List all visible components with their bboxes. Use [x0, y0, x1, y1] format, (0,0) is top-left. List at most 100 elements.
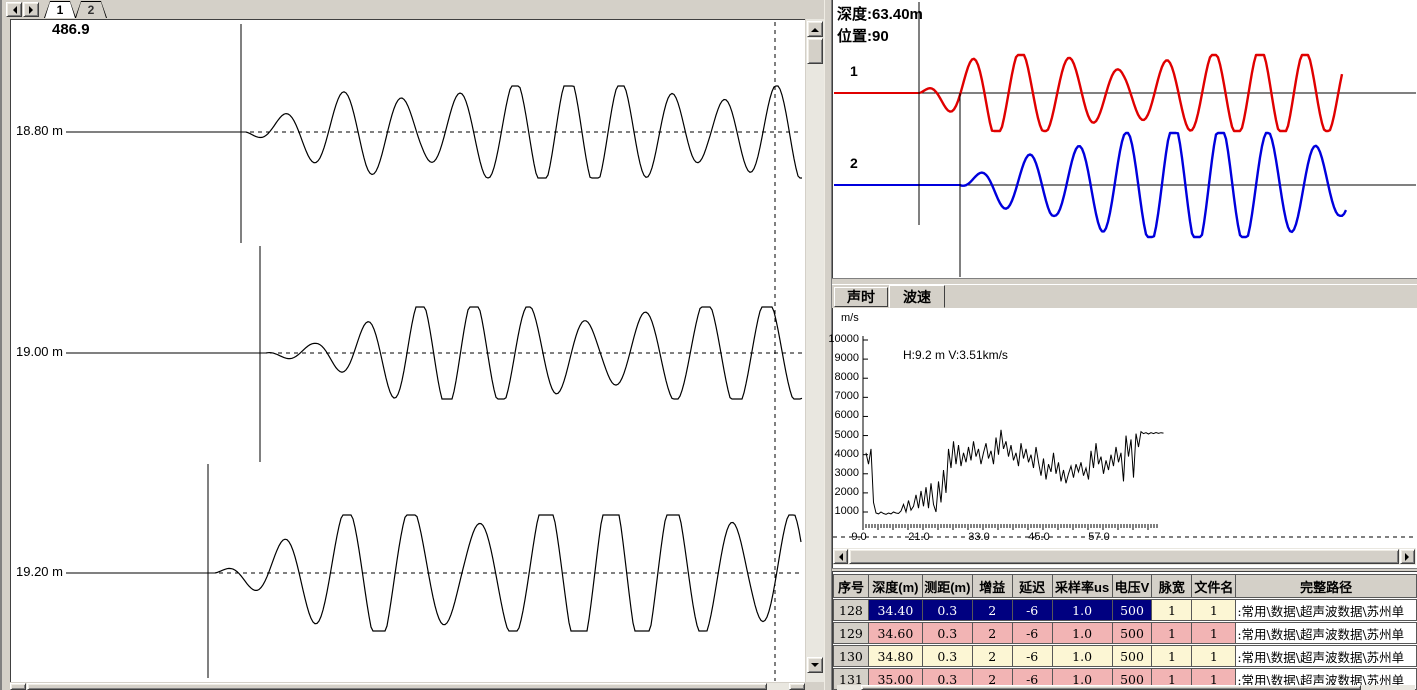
tab-label: 波速: [903, 287, 931, 307]
y-tick-label: 5000: [826, 430, 859, 441]
channel-waveform-panel[interactable]: 深度:63.40m 位置:90: [832, 0, 1417, 278]
x-tick-label: 45.0: [1026, 532, 1052, 543]
table-cell: -6: [1013, 599, 1053, 621]
horizontal-scrollbar[interactable]: [10, 683, 805, 690]
scroll-thumb[interactable]: [849, 549, 1399, 564]
table-cell: 128: [833, 599, 869, 621]
table-cell: 34.60: [869, 622, 923, 644]
x-tick-label: 21.0: [906, 532, 932, 543]
table-cell: 0.3: [923, 645, 973, 667]
horizontal-splitter[interactable]: [832, 278, 1417, 285]
up-arrow-icon: [811, 24, 819, 32]
y-tick-label: 6000: [826, 410, 859, 421]
table-cell: 1: [1192, 599, 1236, 621]
table-cell: -6: [1013, 645, 1053, 667]
table-cell: :常用\数据\超声波数据\苏州单: [1236, 622, 1417, 644]
table-row[interactable]: 12834.400.32-61.050011:常用\数据\超声波数据\苏州单: [833, 599, 1417, 621]
col-header: 序号: [833, 574, 869, 598]
tab-label: 声时: [847, 287, 875, 307]
tab-label: 1: [45, 2, 75, 18]
col-header: 脉宽: [1152, 574, 1192, 598]
table-cell: 129: [833, 622, 869, 644]
col-header: 完整路径: [1236, 574, 1417, 598]
table-cell: 1.0: [1053, 622, 1113, 644]
velocity-chart-panel[interactable]: [832, 285, 1417, 570]
table-cell: 130: [833, 645, 869, 667]
result-tabbar: 声时 波速: [832, 285, 1417, 308]
table-cell: 0.3: [923, 599, 973, 621]
y-tick-label: 8000: [826, 372, 859, 383]
col-header: 测距(m): [923, 574, 973, 598]
y-tick-label: 2000: [826, 487, 859, 498]
table-row[interactable]: 12934.600.32-61.050011:常用\数据\超声波数据\苏州单: [833, 622, 1417, 644]
table-cell: 2: [973, 645, 1013, 667]
vertical-scrollbar[interactable]: [806, 19, 824, 682]
scroll-left-button[interactable]: [10, 683, 26, 690]
scroll-up-button[interactable]: [807, 21, 823, 37]
x-tick-label: 9.0: [846, 532, 872, 543]
page-tab-2[interactable]: 2: [75, 1, 107, 18]
col-header: 延迟: [1013, 574, 1053, 598]
left-arrow-icon: [9, 6, 17, 14]
page-tab-1[interactable]: 1: [44, 1, 76, 18]
x-tick-label: 57.0: [1086, 532, 1112, 543]
table-cell: 2: [973, 599, 1013, 621]
depth-readout: 深度:63.40m: [837, 7, 923, 22]
scroll-thumb[interactable]: [27, 683, 767, 690]
y-tick-label: 3000: [826, 468, 859, 479]
vertical-splitter[interactable]: [824, 0, 832, 690]
table-cell: 1: [1152, 622, 1192, 644]
table-row[interactable]: 13034.800.32-61.050011:常用\数据\超声波数据\苏州单: [833, 645, 1417, 667]
chart-horizontal-scrollbar[interactable]: [833, 548, 1416, 565]
table-cell: :常用\数据\超声波数据\苏州单: [1236, 645, 1417, 667]
down-arrow-icon: [811, 663, 819, 671]
scroll-right-button[interactable]: [789, 683, 805, 690]
scroll-right-button[interactable]: [1400, 549, 1415, 564]
record-table-panel: 序号深度(m)测距(m)增益延迟采样率us电压V脉宽文件名完整路径 12834.…: [832, 572, 1417, 690]
y-tick-label: 1000: [826, 506, 859, 517]
col-header: 增益: [973, 574, 1013, 598]
trace-depth-label: 19.20 m: [16, 565, 63, 578]
table-cell: 500: [1113, 622, 1153, 644]
table-cell: 1.0: [1053, 645, 1113, 667]
position-readout: 位置:90: [837, 29, 889, 44]
table-cell: 1: [1152, 599, 1192, 621]
scroll-thumb[interactable]: [861, 685, 1361, 690]
table-cell: 1: [1152, 645, 1192, 667]
table-cell: 1.0: [1053, 599, 1113, 621]
table-cell: 0.3: [923, 622, 973, 644]
page-tabbar: 1 2: [2, 0, 826, 19]
tab-acoustic-time[interactable]: 声时: [834, 287, 888, 307]
table-horizontal-scrollbar[interactable]: [837, 685, 1415, 690]
channel-label: 2: [850, 156, 858, 170]
col-header: 深度(m): [869, 574, 923, 598]
table-header-row: 序号深度(m)测距(m)增益延迟采样率us电压V脉宽文件名完整路径: [833, 574, 1417, 598]
y-tick-label: 9000: [826, 353, 859, 364]
pick-value: 486.9: [52, 22, 90, 37]
col-header: 电压V: [1113, 574, 1153, 598]
table-cell: 1: [1192, 622, 1236, 644]
x-tick-label: 33.0: [966, 532, 992, 543]
scroll-left-button[interactable]: [833, 549, 848, 564]
y-tick-label: 7000: [826, 391, 859, 402]
y-tick-label: 4000: [826, 449, 859, 460]
velocity-annotation: H:9.2 m V:3.51km/s: [903, 349, 1008, 361]
waveform-display-area[interactable]: [10, 19, 805, 682]
tab-wave-velocity[interactable]: 波速: [889, 285, 945, 308]
table-cell: 500: [1113, 645, 1153, 667]
table-cell: :常用\数据\超声波数据\苏州单: [1236, 599, 1417, 621]
right-arrow-icon: [29, 6, 37, 14]
tab-label: 2: [76, 2, 106, 18]
table-cell: 500: [1113, 599, 1153, 621]
scroll-thumb[interactable]: [807, 38, 823, 64]
table-body: 12834.400.32-61.050011:常用\数据\超声波数据\苏州单12…: [833, 599, 1417, 690]
channel-label: 1: [850, 64, 858, 78]
waveform-panel: 1 2: [0, 0, 824, 690]
tab-scroll-left-button[interactable]: [6, 2, 22, 17]
table-cell: 2: [973, 622, 1013, 644]
y-tick-label: 10000: [826, 334, 859, 345]
tab-scroll-right-button[interactable]: [23, 2, 39, 17]
y-axis-unit: m/s: [841, 313, 859, 324]
app-window: 1 2 深度:63.40m 位置:90 声时 波速: [0, 0, 1417, 690]
scroll-down-button[interactable]: [807, 657, 823, 673]
